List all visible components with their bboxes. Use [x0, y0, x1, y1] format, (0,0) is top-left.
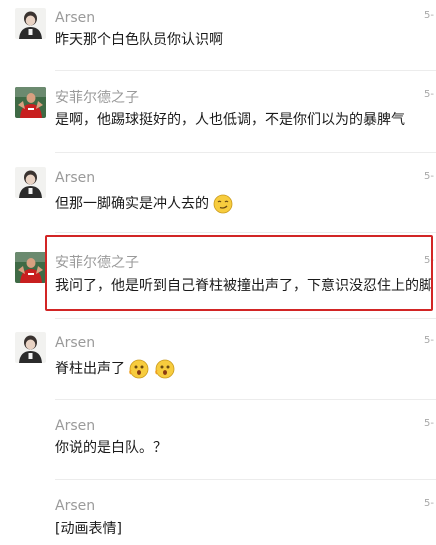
message-separator: [55, 70, 436, 71]
message-time: 5-: [424, 171, 434, 182]
avatar-arsen[interactable]: [15, 332, 46, 363]
avatar-anfield[interactable]: [15, 252, 46, 283]
message-separator: [55, 479, 436, 480]
message-text-content: 我问了，他是听到自己脊柱被撞出声了，下意识没忍住上的脚: [55, 278, 433, 294]
message-text: 你说的是白队。？: [55, 438, 167, 458]
message-separator: [55, 318, 436, 319]
arsen-avatar-icon: [15, 167, 46, 198]
message-time: 5-: [424, 418, 434, 429]
message-time: 5-: [424, 10, 434, 21]
sender-name: Arsen: [55, 10, 96, 26]
arsen-avatar-icon: [15, 8, 46, 39]
message-time: 5-: [424, 89, 434, 100]
message-time: 5-: [424, 335, 434, 346]
shocked-face-icon: [129, 359, 149, 379]
message-text-content: 是啊，他踢球挺好的，人也低调，不是你们以为的暴脾气: [55, 112, 405, 128]
smirk-face-icon: [213, 194, 233, 214]
message-text: 但那一脚确实是冲人去的: [55, 194, 233, 214]
message-text-content: 昨天那个白色队员你认识啊: [55, 32, 223, 48]
message-text-content: 你说的是白队。？: [55, 440, 167, 456]
anfield-avatar-icon: [15, 87, 46, 118]
chat-message-list[interactable]: Arsen 5- 昨天那个白色队员你认识啊 安菲尔德之子 5- 是啊，他踢球挺好…: [0, 0, 436, 545]
avatar-anfield[interactable]: [15, 87, 46, 118]
message-time: 5-: [424, 255, 434, 266]
sender-name: Arsen: [55, 335, 96, 351]
message-text: 我问了，他是听到自己脊柱被撞出声了，下意识没忍住上的脚: [55, 276, 433, 296]
message-time: 5-: [424, 498, 434, 509]
sender-name: 安菲尔德之子: [55, 90, 139, 106]
message-separator: [55, 399, 436, 400]
highlight-box: [45, 235, 433, 311]
sender-name: Arsen: [55, 418, 96, 434]
message-text-content: [动画表情]: [55, 521, 122, 537]
message-separator: [55, 232, 436, 233]
avatar-arsen[interactable]: [15, 8, 46, 39]
avatar-arsen[interactable]: [15, 167, 46, 198]
sender-name: Arsen: [55, 170, 96, 186]
sender-name: Arsen: [55, 498, 96, 514]
message-text-content: 脊柱出声了: [55, 361, 125, 377]
message-text: [动画表情]: [55, 519, 122, 539]
arsen-avatar-icon: [15, 332, 46, 363]
message-text-content: 但那一脚确实是冲人去的: [55, 196, 209, 212]
message-separator: [55, 152, 436, 153]
message-text: 是啊，他踢球挺好的，人也低调，不是你们以为的暴脾气: [55, 110, 405, 130]
shocked-face-icon: [155, 359, 175, 379]
message-text: 脊柱出声了: [55, 359, 175, 379]
sender-name: 安菲尔德之子: [55, 255, 139, 271]
message-text: 昨天那个白色队员你认识啊: [55, 30, 223, 50]
anfield-avatar-icon: [15, 252, 46, 283]
